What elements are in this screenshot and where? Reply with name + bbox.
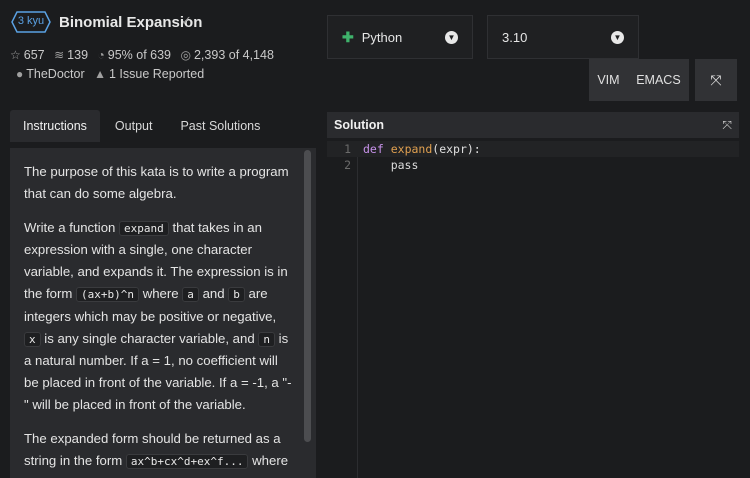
code-line[interactable]: 1 def expand(expr): [327, 141, 739, 157]
tab-past-solutions[interactable]: Past Solutions [167, 110, 273, 142]
vim-mode-button[interactable]: VIM [597, 73, 619, 87]
kata-stats: ☆ 657 ≋ 139 ◔ 95% of 639 ◎ 2,393 of 4,148 ● T… [10, 46, 310, 84]
target-icon: ◎ [180, 48, 191, 62]
emacs-mode-button[interactable]: EMACS [636, 73, 680, 87]
code-editor[interactable]: 1 def expand(expr): 2 pass [327, 141, 739, 478]
version-value: 3.10 [502, 29, 528, 45]
fullscreen-button[interactable]: ⤧ [695, 59, 737, 101]
inline-code: expand [119, 220, 169, 236]
completed-stat: ◎ 2,393 of 4,148 [180, 48, 274, 62]
user-icon: ● [16, 67, 24, 81]
code-text: pass [363, 158, 419, 172]
tab-output[interactable]: Output [102, 110, 166, 142]
expand-icon: ⤧ [710, 71, 722, 88]
collections-stat[interactable]: ≋ 139 [54, 48, 88, 62]
language-value: Python [361, 29, 403, 45]
rank-badge: 3 kyu [11, 11, 51, 33]
inline-code: n [258, 331, 275, 347]
satisfaction-stat: ◔ 95% of 639 [97, 48, 172, 62]
language-select[interactable]: ✚ Python ▼ [327, 15, 473, 59]
line-number: 2 [344, 158, 351, 172]
editor-gutter [357, 141, 358, 478]
python-icon: ✚ [342, 28, 354, 45]
version-select[interactable]: 3.10 ▼ [487, 15, 639, 59]
instructions-paragraph: The purpose of this kata is to write a p… [24, 164, 289, 201]
stars-stat[interactable]: ☆ 657 [10, 48, 45, 62]
rank-label: 3 kyu [17, 15, 45, 27]
inline-code: (ax+b)^n [76, 286, 140, 302]
gauge-icon: ◔ [97, 48, 105, 62]
instructions-paragraph: Write a function expand that takes in an… [24, 219, 292, 412]
instructions-scrollbar[interactable] [304, 150, 311, 442]
expand-icon[interactable]: ⤧ [722, 118, 732, 133]
instructions-paragraph: The expanded form should be returned as … [24, 430, 289, 469]
inline-code: ax^b+cx^d+ex^f... [125, 453, 249, 469]
line-number: 1 [344, 142, 351, 156]
keyword-token: def [363, 142, 384, 156]
check-icon: ✓ [181, 13, 192, 28]
inline-code: a [182, 286, 199, 302]
chevron-down-icon: ▼ [611, 30, 624, 44]
instruction-tabs: Instructions Output Past Solutions [10, 110, 275, 142]
star-icon: ☆ [10, 48, 21, 62]
editor-mode-group: VIM EMACS [589, 59, 689, 101]
layers-icon: ≋ [54, 48, 65, 62]
function-name-token: expand [390, 142, 433, 156]
instructions-panel: The purpose of this kata is to write a p… [10, 148, 316, 478]
solution-header: Solution ⤧ [327, 112, 739, 138]
inline-code: b [228, 286, 245, 302]
solution-title: Solution [334, 118, 384, 132]
tab-instructions[interactable]: Instructions [10, 110, 100, 142]
inline-code: x [24, 331, 41, 347]
warning-icon: ▲ [94, 67, 106, 81]
chevron-down-icon: ▼ [445, 30, 458, 44]
author-stat[interactable]: ● TheDoctor [16, 67, 85, 81]
code-line[interactable]: 2 pass [327, 157, 739, 173]
issues-stat[interactable]: ▲ 1 Issue Reported [94, 67, 204, 81]
